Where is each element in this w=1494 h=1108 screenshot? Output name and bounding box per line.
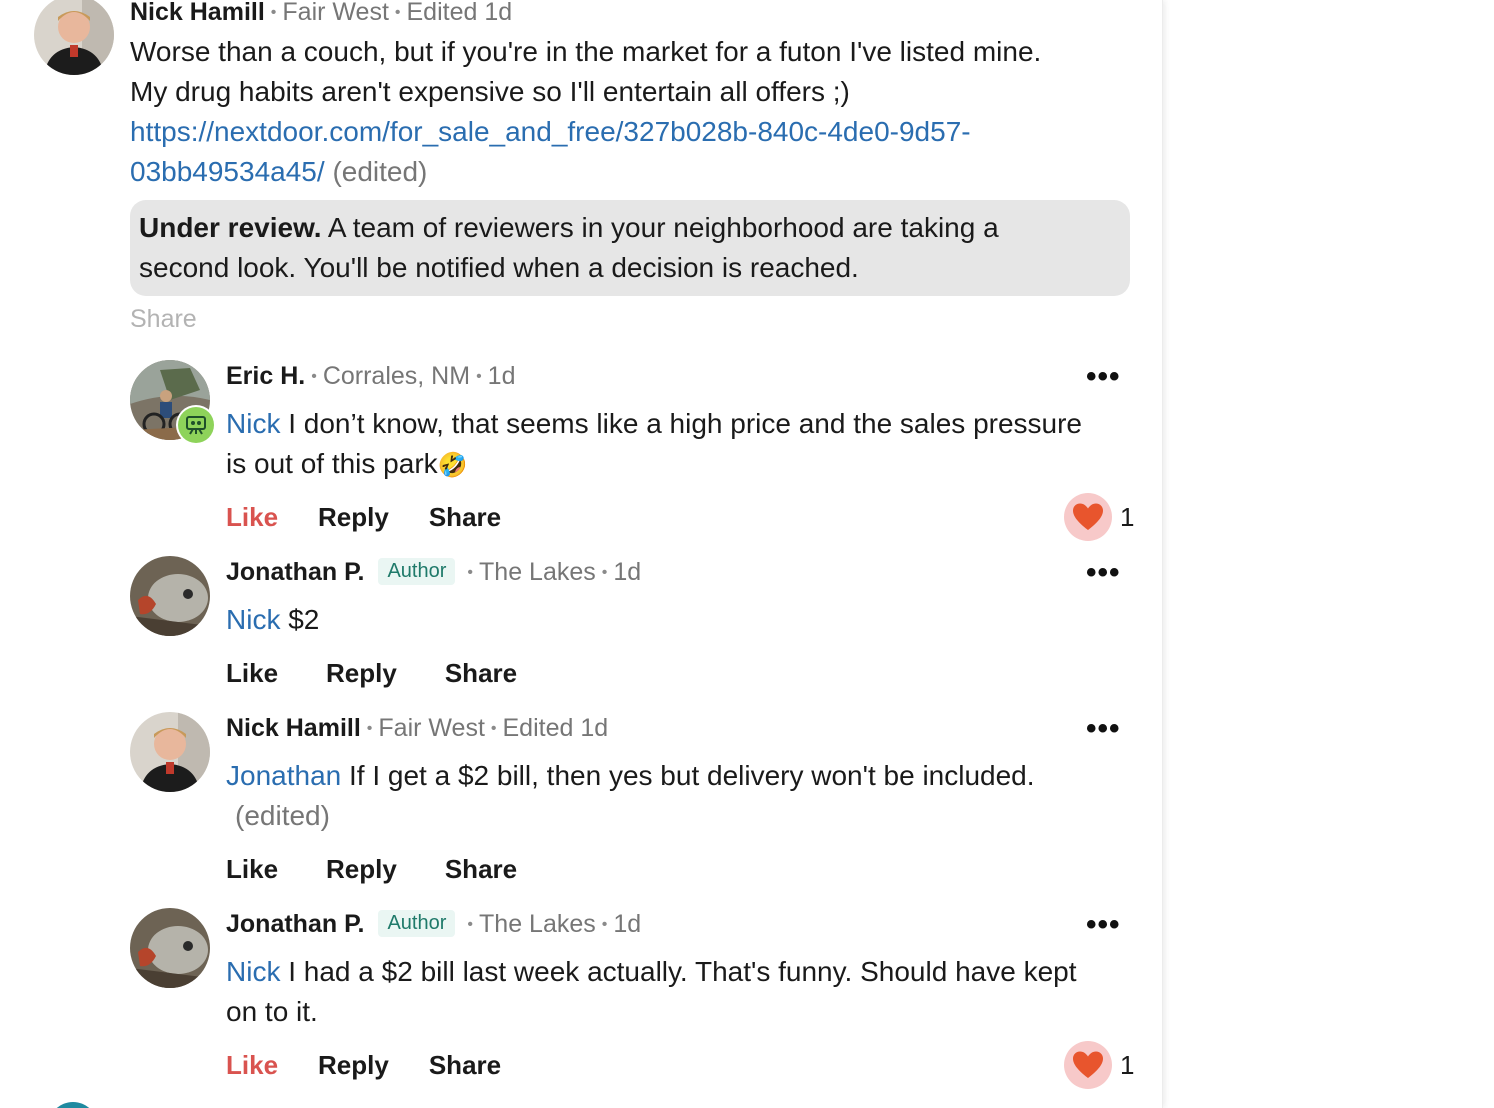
reply-meta: Jonathan P. Author • The Lakes • 1d bbox=[226, 558, 641, 587]
heart-reaction[interactable] bbox=[1064, 1041, 1112, 1089]
like-button[interactable]: Like bbox=[226, 502, 278, 532]
post-body-line: Worse than a couch, but if you're in the… bbox=[130, 36, 1042, 67]
like-button[interactable]: Like bbox=[226, 658, 278, 688]
reply-meta: Nick Hamill • Fair West • Edited 1d bbox=[226, 714, 608, 743]
separator-dot: • bbox=[601, 916, 608, 933]
reply-timestamp: Edited 1d bbox=[502, 714, 609, 742]
separator-dot: • bbox=[366, 720, 373, 737]
author-badge: Author bbox=[378, 910, 456, 937]
reply-text: is out of this park bbox=[226, 448, 438, 479]
reply-text: $2 bbox=[280, 604, 320, 635]
reply-body: Nick I don’t know, that seems like a hig… bbox=[226, 404, 1146, 486]
reply-timestamp: 1d bbox=[487, 362, 516, 390]
more-options-icon[interactable]: ••• bbox=[1086, 908, 1121, 942]
reply-meta: Jonathan P. Author • The Lakes • 1d bbox=[226, 910, 641, 939]
review-text: second look. You'll be notified when a d… bbox=[139, 252, 859, 283]
post-author-name[interactable]: Nick Hamill bbox=[130, 0, 265, 26]
post-meta: Nick Hamill • Fair West • Edited 1d bbox=[130, 0, 512, 27]
review-text: A team of reviewers in your neighborhood… bbox=[321, 212, 999, 243]
heart-reaction[interactable] bbox=[1064, 493, 1112, 541]
reply-location[interactable]: The Lakes bbox=[479, 910, 596, 938]
mention-link[interactable]: Nick bbox=[226, 956, 280, 987]
separator-dot: • bbox=[394, 4, 401, 21]
reply-button[interactable]: Reply bbox=[326, 658, 397, 688]
mention-link[interactable]: Nick bbox=[226, 408, 280, 439]
separator-dot: • bbox=[270, 4, 277, 21]
reply-location[interactable]: Corrales, NM bbox=[323, 362, 470, 390]
like-button[interactable]: Like bbox=[226, 1050, 278, 1080]
post-body-line: My drug habits aren't expensive so I'll … bbox=[130, 76, 850, 107]
more-options-icon[interactable]: ••• bbox=[1086, 556, 1121, 590]
heart-icon bbox=[1073, 1051, 1103, 1078]
avatar-nick-hamill[interactable] bbox=[34, 0, 114, 75]
reply-button[interactable]: Reply bbox=[326, 854, 397, 884]
review-title: Under review. bbox=[139, 212, 322, 243]
reply-actions: Like Reply Share bbox=[226, 658, 557, 689]
reply-actions: Like Reply Share bbox=[226, 854, 557, 885]
like-button[interactable]: Like bbox=[226, 854, 278, 884]
under-review-notice: Under review. A team of reviewers in you… bbox=[130, 200, 1130, 296]
avatar-jonathan-p[interactable] bbox=[130, 908, 210, 988]
rofl-emoji-icon: 🤣 bbox=[437, 452, 468, 479]
reply-body: Nick I had a $2 bill last week actually.… bbox=[226, 952, 1146, 1032]
reply-meta: Eric H. • Corrales, NM • 1d bbox=[226, 362, 515, 391]
post-timestamp: Edited 1d bbox=[406, 0, 513, 26]
edited-tag: (edited) bbox=[332, 156, 428, 187]
separator-dot: • bbox=[476, 368, 482, 385]
share-button[interactable]: Share bbox=[429, 502, 501, 532]
reply-location[interactable]: The Lakes bbox=[479, 558, 596, 586]
more-options-icon[interactable]: ••• bbox=[1086, 360, 1121, 394]
reply-timestamp: 1d bbox=[613, 558, 642, 586]
reaction-count: 1 bbox=[1120, 501, 1135, 532]
separator-dot: • bbox=[467, 564, 474, 581]
reply-author-name[interactable]: Jonathan P. bbox=[226, 558, 364, 586]
reply-button[interactable]: Reply bbox=[318, 1050, 389, 1080]
separator-dot: • bbox=[311, 368, 317, 385]
reaction-summary[interactable]: 1 bbox=[1064, 493, 1134, 541]
mention-link[interactable]: Jonathan bbox=[226, 760, 341, 791]
share-button[interactable]: Share bbox=[445, 658, 517, 688]
share-button[interactable]: Share bbox=[429, 1050, 501, 1080]
post-neighborhood[interactable]: Fair West bbox=[282, 0, 389, 26]
reply-text: I don’t know, that seems like a high pri… bbox=[280, 408, 1083, 439]
reply-actions: Like Reply Share bbox=[226, 502, 541, 533]
reply-author-name[interactable]: Nick Hamill bbox=[226, 714, 361, 742]
edited-tag: (edited) bbox=[235, 800, 330, 831]
reply-author-name[interactable]: Eric H. bbox=[226, 362, 305, 390]
post-body: Worse than a couch, but if you're in the… bbox=[130, 32, 1140, 192]
reply-author-name[interactable]: Jonathan P. bbox=[226, 910, 364, 938]
reply-body: Nick $2 bbox=[226, 600, 1146, 640]
reply-timestamp: 1d bbox=[613, 910, 642, 938]
post-share-button[interactable]: Share bbox=[130, 305, 197, 334]
listing-link[interactable]: https://nextdoor.com/for_sale_and_free/3… bbox=[130, 116, 971, 147]
reply-text: I had a $2 bill last week actually. That… bbox=[280, 956, 1077, 987]
separator-dot: • bbox=[490, 720, 497, 737]
avatar-nick-hamill[interactable] bbox=[130, 712, 210, 792]
reply-button[interactable]: Reply bbox=[318, 502, 389, 532]
reply-text: on to it. bbox=[226, 996, 318, 1027]
comment-thread-panel: Nick Hamill • Fair West • Edited 1d Worse th… bbox=[0, 0, 1163, 1108]
author-badge: Author bbox=[378, 558, 456, 585]
avatar-jonathan-p[interactable] bbox=[130, 556, 210, 636]
mention-link[interactable]: Nick bbox=[226, 604, 280, 635]
reaction-count: 1 bbox=[1120, 1049, 1135, 1080]
more-options-icon[interactable]: ••• bbox=[1086, 712, 1121, 746]
reply-actions: Like Reply Share bbox=[226, 1050, 541, 1081]
neighborhood-reviewer-badge-icon bbox=[186, 416, 206, 435]
separator-dot: • bbox=[467, 916, 474, 933]
reaction-summary[interactable]: 1 bbox=[1064, 1041, 1134, 1089]
next-comment-avatar[interactable] bbox=[48, 1102, 98, 1108]
share-button[interactable]: Share bbox=[445, 854, 517, 884]
reply-text: If I get a $2 bill, then yes but deliver… bbox=[341, 760, 1035, 791]
reply-location[interactable]: Fair West bbox=[378, 714, 485, 742]
separator-dot: • bbox=[601, 564, 608, 581]
listing-link[interactable]: 03bb49534a45/ bbox=[130, 156, 325, 187]
neighborhood-reviewer-badge bbox=[176, 405, 216, 445]
heart-icon bbox=[1073, 503, 1103, 530]
reply-body: Jonathan If I get a $2 bill, then yes bu… bbox=[226, 756, 1146, 836]
